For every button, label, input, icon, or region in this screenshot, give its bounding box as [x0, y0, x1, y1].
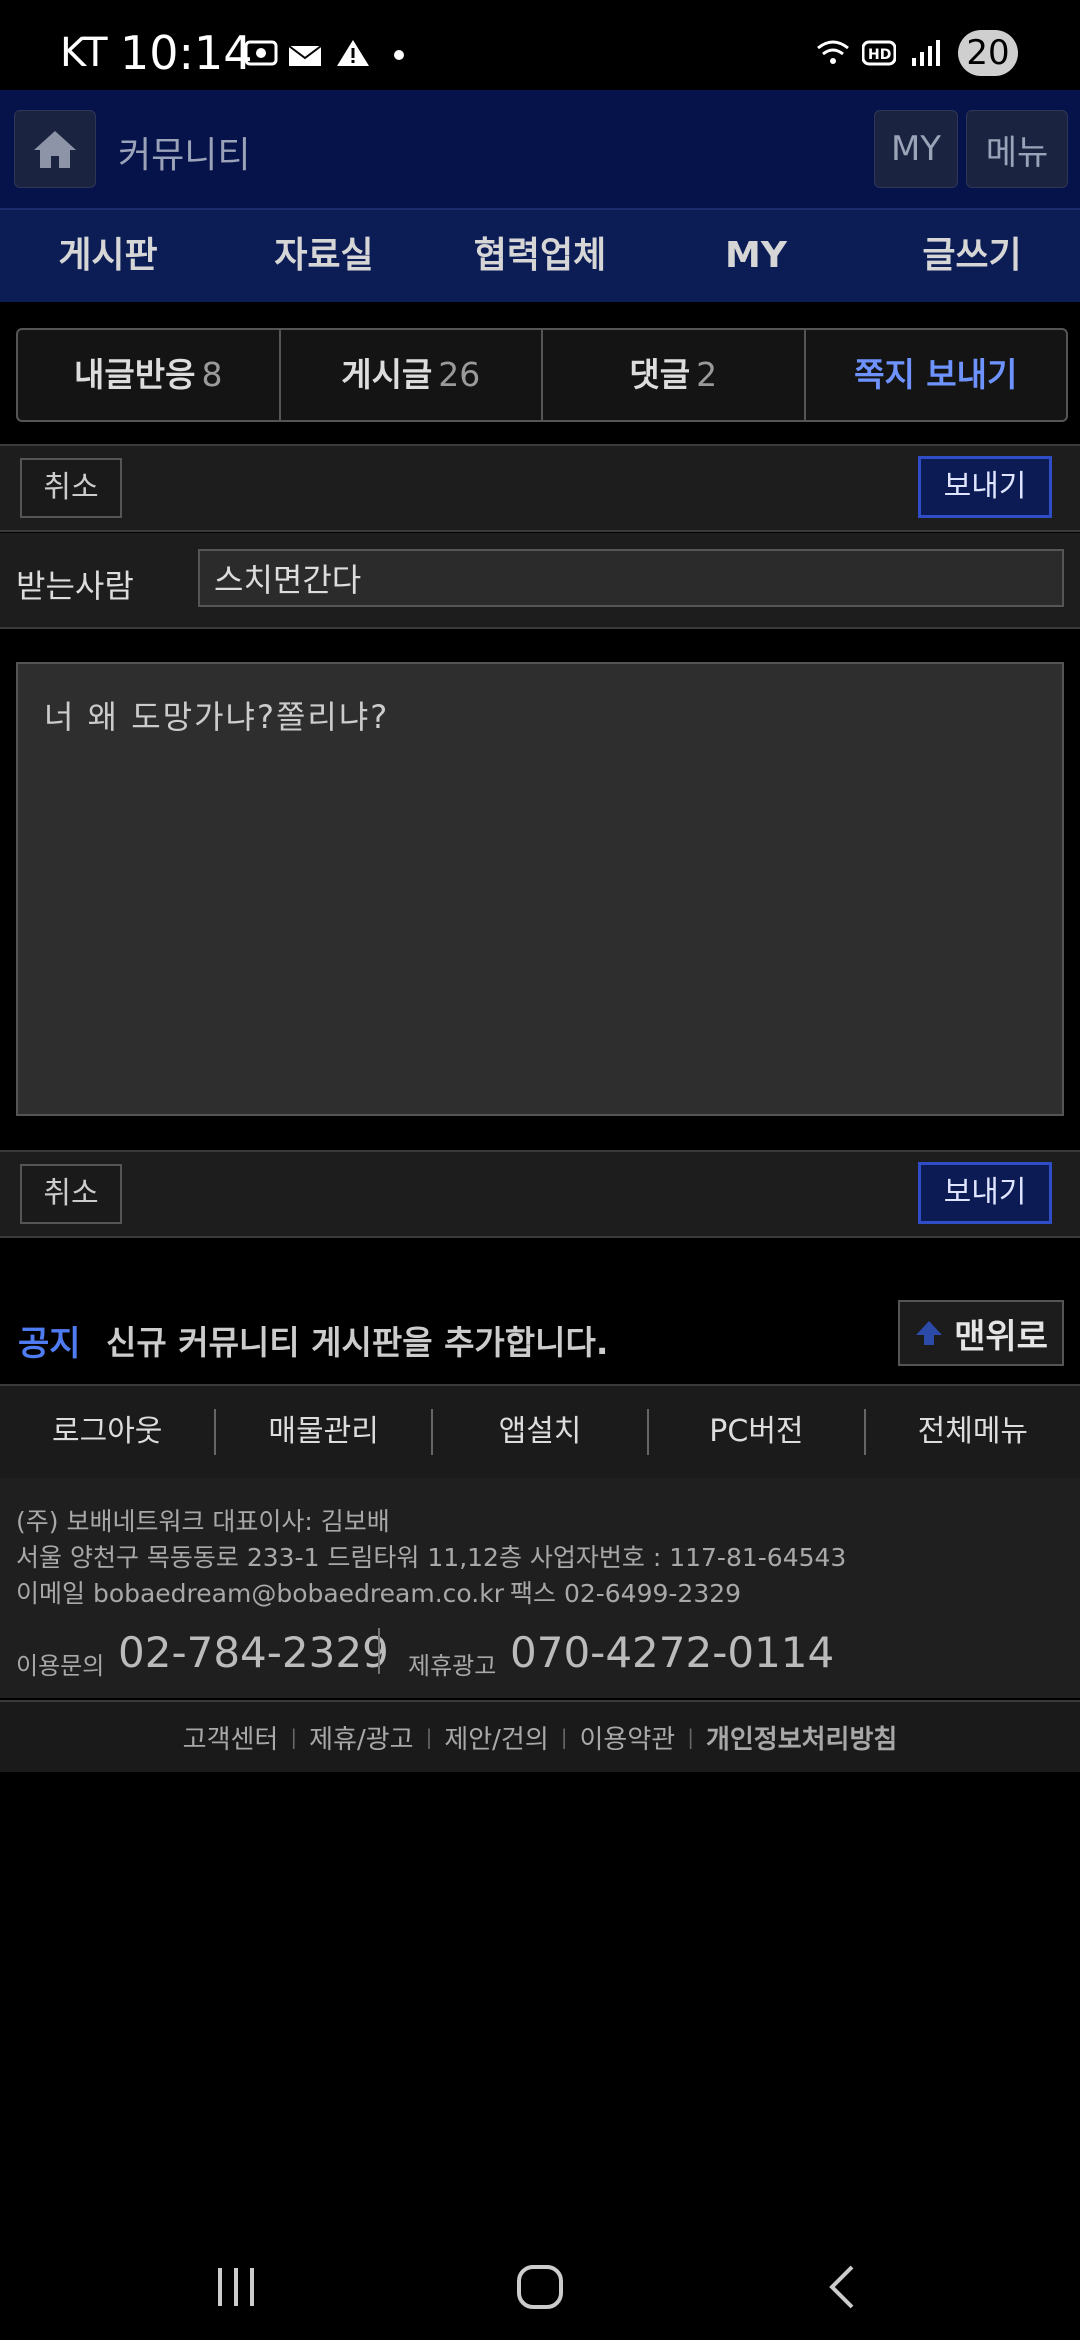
- recipient-label: 받는사람: [16, 567, 134, 605]
- home-button[interactable]: [14, 110, 96, 188]
- inquiry-label: 이용문의: [16, 1652, 105, 1680]
- tab-count: 8: [201, 355, 223, 394]
- send-button[interactable]: 보내기: [918, 456, 1052, 518]
- clock: 10:14: [120, 26, 253, 80]
- footer-pc-version[interactable]: PC버전: [649, 1409, 866, 1455]
- footer-listings[interactable]: 매물관리: [216, 1409, 433, 1455]
- app-header: 커뮤니티 MY 메뉴: [0, 90, 1080, 210]
- separator: |: [290, 1725, 298, 1749]
- link-privacy-policy[interactable]: 개인정보처리방침: [694, 1719, 909, 1756]
- separator: |: [425, 1725, 433, 1749]
- ad-label: 제휴광고: [408, 1652, 497, 1680]
- main-nav: 게시판 자료실 협력업체 MY 글쓰기: [0, 210, 1080, 302]
- status-bar: KT 10:14 HD 20: [0, 0, 1080, 90]
- tab-label: 쪽지 보내기: [854, 355, 1018, 394]
- screenshot-icon: [244, 40, 278, 66]
- battery-indicator: 20: [958, 30, 1018, 76]
- link-suggestion[interactable]: 제안/건의: [432, 1719, 560, 1756]
- signal-icon: [912, 40, 940, 66]
- footer-logout[interactable]: 로그아웃: [0, 1409, 217, 1455]
- my-button[interactable]: MY: [874, 110, 958, 188]
- back-icon[interactable]: [824, 2264, 860, 2310]
- inquiry-number[interactable]: 02-784-2329: [118, 1628, 389, 1677]
- tab-count: 2: [696, 355, 718, 394]
- tab-count: 26: [438, 355, 481, 394]
- ad-number[interactable]: 070-4272-0114: [510, 1628, 834, 1677]
- system-nav-bar: [0, 2230, 1080, 2340]
- carrier-label: KT: [60, 30, 108, 76]
- link-customer-center[interactable]: 고객센터: [171, 1719, 291, 1756]
- address-line: 서울 양천구 목동동로 233-1 드림타워 11,12층 사업자번호 : 11…: [16, 1543, 847, 1572]
- nav-archive[interactable]: 자료실: [216, 210, 432, 302]
- tab-bar: 내글반응 8 게시글 26 댓글 2 쪽지 보내기: [16, 328, 1068, 422]
- cancel-button[interactable]: 취소: [20, 1164, 122, 1224]
- warning-icon: [337, 40, 369, 66]
- svg-text:HD: HD: [868, 47, 891, 63]
- company-info: (주) 보배네트워크 대표이사: 김보배 서울 양천구 목동동로 233-1 드…: [0, 1478, 1080, 1698]
- scroll-top-button[interactable]: 맨위로: [898, 1300, 1064, 1366]
- nav-write[interactable]: 글쓰기: [864, 210, 1080, 302]
- scroll-top-label: 맨위로: [954, 1316, 1048, 1357]
- page-title: 커뮤니티: [118, 135, 251, 176]
- tab-send-message[interactable]: 쪽지 보내기: [806, 330, 1067, 420]
- wifi-icon: [817, 40, 849, 64]
- footer-nav: 로그아웃 매물관리 앱설치 PC버전 전체메뉴: [0, 1384, 1080, 1480]
- email-line: 이메일 bobaedream@bobaedream.co.kr: [16, 1579, 504, 1608]
- recipient-input[interactable]: 스치면간다: [198, 549, 1064, 607]
- tab-posts[interactable]: 게시글 26: [281, 330, 543, 420]
- notice-label: 공지: [18, 1324, 81, 1364]
- nav-my[interactable]: MY: [648, 210, 864, 302]
- mail-notification-icon: [288, 45, 322, 66]
- footer-install-app[interactable]: 앱설치: [433, 1409, 650, 1455]
- message-textarea[interactable]: 너 왜 도망가냐?쫄리냐?: [16, 662, 1064, 1116]
- separator: |: [560, 1725, 568, 1749]
- home-icon: [34, 131, 76, 168]
- home-nav-icon[interactable]: [516, 2264, 564, 2310]
- recent-apps-icon[interactable]: [214, 2266, 260, 2308]
- message-text: 너 왜 도망가냐?쫄리냐?: [44, 698, 390, 736]
- recipient-row: 받는사람 스치면간다: [0, 533, 1080, 629]
- notice-text[interactable]: 신규 커뮤니티 게시판을 추가합니다.: [106, 1316, 608, 1364]
- link-partnership[interactable]: 제휴/광고: [297, 1719, 425, 1756]
- nav-partners[interactable]: 협력업체: [432, 210, 648, 302]
- fax-line: 팩스 02-6499-2329: [510, 1579, 742, 1608]
- hd-voice-icon: HD: [862, 40, 896, 66]
- send-button[interactable]: 보내기: [918, 1162, 1052, 1224]
- tab-label: 댓글: [629, 355, 691, 394]
- tab-comments[interactable]: 댓글 2: [543, 330, 806, 420]
- tab-label: 내글반응: [74, 355, 196, 394]
- tab-reactions[interactable]: 내글반응 8: [18, 330, 281, 420]
- cancel-button[interactable]: 취소: [20, 458, 122, 518]
- dot-icon: [394, 50, 404, 60]
- footer-links: 고객센터 | 제휴/광고 | 제안/건의 | 이용약관 | 개인정보처리방침: [0, 1700, 1080, 1772]
- footer-all-menu[interactable]: 전체메뉴: [866, 1409, 1080, 1455]
- separator: |: [687, 1725, 694, 1749]
- action-row-top: 취소 보내기: [0, 444, 1080, 532]
- arrow-up-icon: [916, 1321, 943, 1345]
- action-row-bottom: 취소 보내기: [0, 1150, 1080, 1238]
- divider: [378, 1628, 380, 1674]
- menu-button[interactable]: 메뉴: [966, 110, 1068, 188]
- tab-label: 게시글: [341, 355, 433, 394]
- nav-board[interactable]: 게시판: [0, 210, 216, 302]
- company-line: (주) 보배네트워크 대표이사: 김보배: [16, 1507, 390, 1536]
- link-terms[interactable]: 이용약관: [568, 1719, 688, 1756]
